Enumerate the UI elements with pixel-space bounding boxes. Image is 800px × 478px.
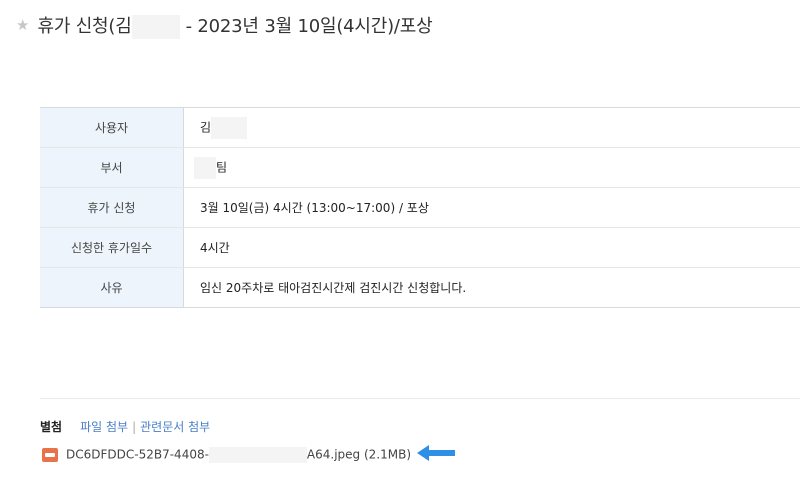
redacted-department <box>194 156 216 179</box>
document-title: 휴가 신청(김 - 2023년 3월 10일(4시간)/포상 <box>37 12 433 39</box>
file-attach-link[interactable]: 파일 첨부 <box>80 418 128 435</box>
file-name-end: A64.jpeg <box>306 447 361 461</box>
row-value-leave-days: 4시간 <box>183 227 800 268</box>
redacted-user <box>211 116 248 139</box>
related-document-attach-link[interactable]: 관련문서 첨부 <box>140 418 210 435</box>
row-label-leave-days: 신청한 휴가일수 <box>40 227 184 268</box>
attachment-header: 별첨 파일 첨부 | 관련문서 첨부 <box>40 418 210 435</box>
redacted-file-name <box>208 446 307 463</box>
file-name-start: DC6DFDDC-52B7-4408- <box>66 447 209 461</box>
document-title-row: ★ 휴가 신청(김 - 2023년 3월 10일(4시간)/포상 <box>16 8 433 42</box>
attachment-file-name[interactable]: DC6DFDDC-52B7-4408- A64.jpeg (2.1MB) <box>66 446 412 463</box>
attachment-file-item[interactable]: DC6DFDDC-52B7-4408- A64.jpeg (2.1MB) <box>42 443 457 466</box>
row-value-department: 팀 <box>183 147 800 188</box>
title-text-end: - 2023년 3월 10일(4시간)/포상 <box>185 15 433 37</box>
table-row: 부서 팀 <box>40 147 800 188</box>
row-label-reason: 사유 <box>40 267 184 308</box>
section-divider <box>40 398 800 399</box>
redacted-name <box>131 14 180 39</box>
row-value-leave-request: 3월 10일(금) 4시간 (13:00~17:00) / 포상 <box>183 187 800 228</box>
link-separator: | <box>132 419 137 434</box>
leave-details-table: 사용자 김 부서 팀 휴가 신청 3월 10일(금) 4시간 (13:00~17… <box>40 107 800 308</box>
user-name: 김 <box>200 120 212 134</box>
department-name: 팀 <box>216 160 228 174</box>
row-label-leave-request: 휴가 신청 <box>40 187 184 228</box>
table-row: 신청한 휴가일수 4시간 <box>40 227 800 268</box>
row-label-department: 부서 <box>40 147 184 188</box>
row-value-reason: 임신 20주차로 태아검진시간제 검진시간 신청합니다. <box>200 281 467 295</box>
attachment-label: 별첨 <box>40 420 63 434</box>
table-row: 휴가 신청 3월 10일(금) 4시간 (13:00~17:00) / 포상 <box>40 187 800 228</box>
row-label-user: 사용자 <box>40 107 184 148</box>
file-size: (2.1MB) <box>364 447 412 461</box>
table-row: 사유 임신 20주차로 태아검진시간제 검진시간 신청합니다. <box>40 267 800 308</box>
star-icon[interactable]: ★ <box>16 17 29 33</box>
table-row: 사용자 김 <box>40 107 800 148</box>
arrow-left-icon <box>415 443 457 466</box>
row-value-user: 김 <box>183 107 800 148</box>
title-text-start: 휴가 신청(김 <box>37 15 132 37</box>
image-file-icon <box>42 447 58 462</box>
